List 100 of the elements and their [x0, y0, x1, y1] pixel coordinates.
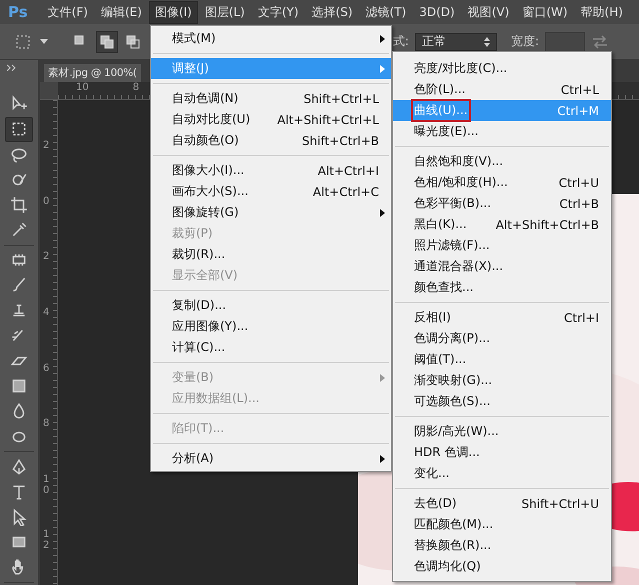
menu-item[interactable]: 自动对比度(U) Alt+Shift+Ctrl+L	[151, 109, 391, 130]
menu-item[interactable]: 阴影/高光(W)...	[393, 421, 611, 442]
collapse-icon[interactable]	[6, 64, 18, 72]
menu-item-label: 自然饱和度(V)...	[414, 153, 504, 170]
menu-bar-item[interactable]: 视图(V)	[462, 0, 516, 24]
menu-item[interactable]: 反相(I) Ctrl+I	[393, 307, 611, 328]
menu-item-label: 阴影/高光(W)...	[414, 423, 500, 440]
menu-item[interactable]: 可选颜色(S)...	[393, 391, 611, 412]
menu-item-label: 变化...	[414, 465, 450, 482]
menu-item-label: HDR 色调...	[414, 444, 481, 461]
menu-item[interactable]: 自然饱和度(V)...	[393, 151, 611, 172]
menu-item-label: 色调均化(Q)	[414, 558, 482, 575]
ruler-number: 8	[42, 418, 50, 432]
shortcut: Shift+Ctrl+U	[521, 496, 599, 510]
shortcut: Alt+Shift+Ctrl+B	[496, 218, 599, 232]
menu-item-label: 色调分离(P)...	[414, 330, 492, 347]
menu-item-label: 通道混合器(X)...	[414, 258, 504, 275]
menu-bar-item[interactable]: 文字(Y)	[252, 0, 305, 24]
shortcut: Shift+Ctrl+B	[302, 134, 379, 148]
selection-mode-icon	[126, 34, 140, 48]
menu-bar-item[interactable]: 窗口(W)	[516, 0, 574, 24]
shortcut: Ctrl+U	[558, 176, 599, 190]
menu-bar-item[interactable]: 文件(F)	[42, 0, 94, 24]
menu-item[interactable]: 色调分离(P)...	[393, 328, 611, 349]
menu-item-label: 自动颜色(O)	[172, 132, 240, 149]
updown-icon	[484, 36, 490, 46]
menu-item[interactable]: 复制(D)...	[151, 295, 391, 316]
menu-item-label: 计算(C)...	[172, 339, 226, 356]
menu-item[interactable]: 色阶(L)... Ctrl+L	[393, 79, 611, 100]
selection-mode-button[interactable]	[96, 30, 118, 52]
menu-item[interactable]: 计算(C)...	[151, 337, 391, 358]
menu-item[interactable]: 亮度/对比度(C)...	[393, 58, 611, 79]
menu-item[interactable]: 自动色调(N) Shift+Ctrl+L	[151, 88, 391, 109]
menu-item[interactable]: 去色(D) Shift+Ctrl+U	[393, 493, 611, 514]
menu-item[interactable]: 色彩平衡(B)... Ctrl+B	[393, 193, 611, 214]
menu-item-label: 替换颜色(R)...	[414, 537, 492, 554]
menu-item[interactable]: 替换颜色(R)...	[393, 535, 611, 556]
menu-bar-item[interactable]: 选择(S)	[306, 0, 359, 24]
menu-item-label: 反相(I)	[414, 309, 452, 326]
menu-item[interactable]: 阈值(T)...	[393, 349, 611, 370]
ruler-number: 10	[76, 82, 89, 95]
menu-item[interactable]: 匹配颜色(M)...	[393, 514, 611, 535]
ruler-number: 12	[42, 529, 50, 554]
menu-bar-item[interactable]: 图像(I)	[148, 0, 198, 24]
menu-item[interactable]: 照片滤镜(F)...	[393, 235, 611, 256]
menu-bar-item[interactable]: 滤镜(T)	[360, 0, 412, 24]
shortcut: Alt+Shift+Ctrl+L	[277, 112, 379, 126]
document-tab[interactable]: 素材.jpg @ 100%(	[44, 64, 141, 82]
menu-item-label: 自动色调(N)	[172, 90, 240, 107]
menu-item[interactable]: 画布大小(S)... Alt+Ctrl+C	[151, 181, 391, 202]
ruler-number: 2	[42, 140, 50, 153]
menu-item[interactable]: 黑白(K)... Alt+Shift+Ctrl+B	[393, 214, 611, 235]
menu-item[interactable]: HDR 色调...	[393, 442, 611, 463]
crop-icon	[10, 196, 28, 214]
menu-item[interactable]: 分析(A)	[151, 448, 391, 469]
menu-item-label: 曝光度(E)...	[414, 123, 480, 140]
width-field[interactable]	[545, 32, 585, 52]
menu-item[interactable]: 图像旋转(G)	[151, 202, 391, 223]
menu-item[interactable]: 通道混合器(X)...	[393, 256, 611, 277]
menu-bar-item[interactable]: 图层(L)	[198, 0, 251, 24]
menu-bar-item[interactable]: 3D(D)	[413, 2, 461, 22]
menu-item-label: 色相/饱和度(H)...	[414, 174, 509, 191]
menu-item-label: 去色(D)	[414, 495, 458, 512]
shortcut: Ctrl+M	[557, 104, 599, 118]
menu-item[interactable]: 曝光度(E)...	[393, 121, 611, 142]
menu-item[interactable]: 模式(M)	[151, 28, 391, 49]
menu-item-label: 变量(B)	[172, 369, 215, 386]
menu-item[interactable]: 色调均化(Q)	[393, 556, 611, 577]
menu-item-label: 复制(D)...	[172, 297, 228, 314]
menu-item[interactable]: 自动颜色(O) Shift+Ctrl+B	[151, 130, 391, 151]
menu-item-label: 图像大小(I)...	[172, 162, 246, 179]
caret-icon[interactable]	[40, 38, 48, 44]
menu-item[interactable]: 裁切(R)...	[151, 244, 391, 265]
menu-bar-item[interactable]: 编辑(E)	[94, 0, 148, 24]
menu-item-label: 应用数据组(L)...	[172, 390, 260, 407]
marquee-tool-button[interactable]	[5, 117, 33, 142]
width-label: 宽度:	[510, 33, 539, 50]
menu-item[interactable]: 颜色查找...	[393, 277, 611, 298]
style-dropdown[interactable]: 正常	[414, 32, 497, 50]
menu-item-label: 图像旋转(G)	[172, 204, 240, 221]
lasso-icon	[10, 146, 28, 164]
menu-item-label: 曲线(U)...	[414, 102, 468, 119]
menu-item[interactable]: 应用图像(Y)...	[151, 316, 391, 337]
menu-item[interactable]: 变化...	[393, 463, 611, 484]
shortcut: Alt+Ctrl+I	[318, 164, 379, 178]
marquee-icon	[10, 120, 28, 138]
menu-item-label: 渐变映射(G)...	[414, 372, 494, 389]
shortcut: Alt+Ctrl+C	[312, 184, 379, 198]
menu-bar-item[interactable]: 帮助(H)	[574, 0, 629, 24]
menu-item-label: 裁剪(P)	[172, 225, 214, 242]
shortcut: Ctrl+L	[560, 82, 599, 96]
menu-item[interactable]: 色相/饱和度(H)... Ctrl+U	[393, 172, 611, 193]
menu-item[interactable]: 图像大小(I)... Alt+Ctrl+I	[151, 160, 391, 181]
ruler-number: 2	[42, 251, 50, 264]
menu-item-label: 亮度/对比度(C)...	[414, 60, 508, 77]
selection-mode-icon	[100, 34, 114, 48]
menu-item-label: 调整(J)	[172, 60, 210, 77]
menu-item[interactable]: 渐变映射(G)...	[393, 370, 611, 391]
pen-icon	[10, 458, 28, 476]
menu-item-label: 显示全部(V)	[172, 267, 239, 284]
